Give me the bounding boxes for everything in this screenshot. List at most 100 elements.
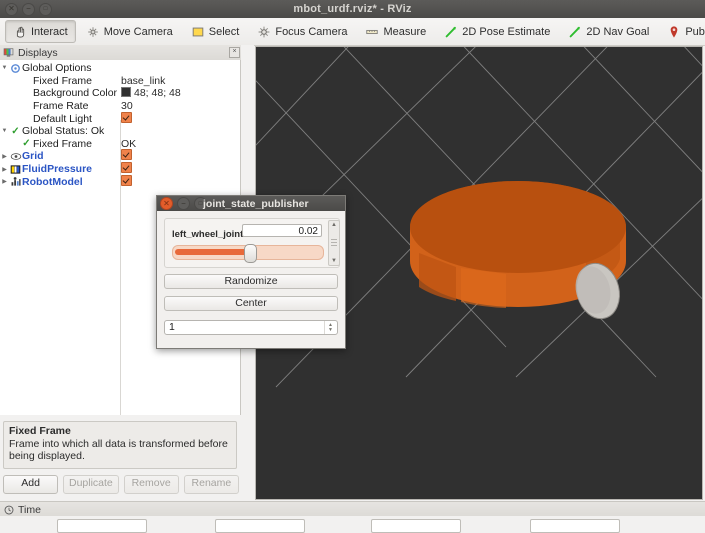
tool-move-camera[interactable]: Move Camera	[78, 20, 181, 43]
publish-point-icon	[670, 25, 678, 38]
ros-time-field[interactable]	[57, 519, 147, 533]
tree-row[interactable]: ▶ Grid	[0, 149, 240, 163]
rate-spinbox-arrows[interactable]: ▲ ▼	[324, 321, 336, 334]
tree-row-value[interactable]	[121, 174, 132, 189]
robot-top-face	[410, 181, 626, 273]
property-help-text: Frame into which all data is transformed…	[9, 437, 228, 463]
tree-row-label: Fixed Frame	[33, 74, 92, 87]
tree-row-checkbox[interactable]	[121, 174, 132, 186]
add-button[interactable]: Add	[3, 475, 59, 494]
tree-icon-spacer	[20, 88, 33, 99]
tree-row-value[interactable]	[121, 111, 132, 126]
rate-spinbox-value: 1	[169, 321, 175, 333]
select-icon	[192, 27, 204, 36]
tool-2d-nav-goal[interactable]: 2D Nav Goal	[560, 20, 657, 43]
joint-slider-handle[interactable]	[244, 244, 257, 263]
scroll-down-arrow[interactable]: ▼	[329, 258, 339, 264]
tool-measure[interactable]: Measure	[357, 20, 434, 43]
time-panel-body	[0, 516, 705, 533]
tool-interact-label: Interact	[31, 25, 68, 38]
center-button[interactable]: Center	[164, 296, 338, 311]
tree-row[interactable]: ▼ Global Options	[0, 62, 240, 75]
global-options-icon	[9, 63, 22, 74]
displays-panel-title: Displays	[18, 46, 58, 59]
tool-select-label: Select	[208, 25, 240, 38]
displays-panel-close-button[interactable]: ×	[229, 47, 240, 58]
tree-row-checkbox[interactable]	[121, 111, 132, 123]
displays-panel-header: Displays ×	[0, 45, 243, 61]
spin-down-arrow[interactable]: ▼	[328, 327, 333, 333]
tree-row[interactable]: ▶ FluidPressure	[0, 162, 240, 176]
tree-row-checkbox[interactable]	[121, 149, 132, 161]
tree-row[interactable]: Default Light	[0, 111, 240, 126]
nav-goal-icon	[569, 26, 581, 37]
window-close-button[interactable]: ✕	[5, 2, 18, 16]
tree-row-label: RobotModel	[22, 175, 83, 188]
tool-focus-camera[interactable]: Focus Camera	[249, 20, 355, 43]
tree-row-value: 30	[121, 100, 133, 113]
tree-row-label: FluidPressure	[22, 163, 93, 176]
joint-slider[interactable]	[172, 244, 324, 263]
tree-expander-open-icon[interactable]: ▼	[0, 128, 9, 134]
dialog-close-button[interactable]: ✕	[160, 197, 173, 210]
joint-state-publisher-dialog[interactable]: ✕ − □ joint_state_publisher left_wheel_j…	[156, 195, 346, 349]
dialog-titlebar: ✕ − □ joint_state_publisher	[157, 196, 345, 211]
tree-expander-closed-icon[interactable]: ▶	[0, 153, 9, 160]
tool-measure-label: Measure	[383, 25, 427, 38]
remove-button: Remove	[123, 475, 179, 494]
tree-icon-spacer	[20, 75, 33, 86]
scroll-up-arrow[interactable]: ▲	[329, 222, 339, 228]
tool-2d-pose-estimate[interactable]: 2D Pose Estimate	[436, 20, 558, 43]
dialog-minimize-button[interactable]: −	[177, 197, 190, 210]
tree-expander-closed-icon[interactable]: ▶	[0, 178, 9, 185]
tool-publish-point[interactable]: Publish Point	[659, 20, 705, 43]
hand-icon	[16, 26, 25, 38]
tree-row[interactable]: Background Color 48; 48; 48	[0, 87, 240, 100]
tree-row[interactable]: ▼ ✓ Global Status: Ok	[0, 125, 240, 138]
property-help-box: Fixed Frame Frame into which all data is…	[3, 421, 237, 469]
move-camera-icon	[87, 26, 98, 37]
tree-icon-spacer	[20, 113, 33, 124]
tool-interact[interactable]: Interact	[5, 20, 76, 43]
rate-spinbox[interactable]: 1 ▲ ▼	[164, 320, 338, 335]
tree-row-value: base_link	[121, 74, 166, 87]
main-toolbar: Interact Move Camera Select Focus Camera…	[0, 18, 705, 46]
experimental-toggle[interactable]	[660, 519, 694, 531]
tree-row[interactable]: Fixed Frame base_link	[0, 75, 240, 88]
ros-elapsed-field[interactable]	[215, 519, 305, 533]
property-help-title: Fixed Frame	[9, 425, 71, 437]
tree-row-label: Fixed Frame	[33, 137, 92, 150]
pose-estimate-icon	[445, 26, 457, 37]
tree-expander-open-icon[interactable]: ▼	[0, 65, 9, 71]
window-titlebar: ✕ − □ mbot_urdf.rviz* - RViz	[0, 0, 705, 18]
wall-elapsed-field[interactable]	[530, 519, 620, 533]
tool-select[interactable]: Select	[183, 20, 248, 43]
rviz-window: ✕ − □ mbot_urdf.rviz* - RViz Interact Mo…	[0, 0, 705, 533]
joint-value-field[interactable]: 0.02	[242, 224, 322, 237]
window-maximize-button[interactable]: □	[39, 2, 52, 16]
tree-row[interactable]: ✓ Fixed Frame OK	[0, 138, 240, 151]
joint-slider-fill	[175, 249, 250, 255]
tool-2d-nav-goal-label: 2D Nav Goal	[586, 25, 650, 38]
tool-focus-camera-label: Focus Camera	[275, 25, 348, 38]
tool-move-camera-label: Move Camera	[103, 25, 173, 38]
tree-row-checkbox[interactable]	[121, 162, 132, 174]
tree-row[interactable]: ▶ RobotModel	[0, 174, 240, 189]
measure-icon	[366, 29, 379, 34]
wall-time-field[interactable]	[371, 519, 461, 533]
tree-row[interactable]: Frame Rate 30	[0, 100, 240, 113]
tree-row-value: 48; 48; 48	[121, 87, 181, 99]
tree-expander-closed-icon[interactable]: ▶	[0, 166, 9, 173]
fluid-pressure-icon	[9, 164, 22, 175]
duplicate-button: Duplicate	[63, 475, 119, 494]
tool-2d-pose-estimate-label: 2D Pose Estimate	[462, 25, 551, 38]
displays-icon	[3, 48, 14, 57]
window-minimize-button[interactable]: −	[22, 2, 35, 16]
scroll-thumb-grip[interactable]	[331, 239, 337, 247]
tool-publish-point-label: Publish Point	[685, 25, 705, 38]
randomize-button[interactable]: Randomize	[164, 274, 338, 289]
joint-group: left_wheel_joint 0.02	[164, 218, 340, 268]
focus-camera-icon	[258, 26, 270, 37]
dialog-window-controls: ✕ − □	[160, 197, 207, 210]
joint-list-scrollbar[interactable]: ▲ ▼	[328, 220, 340, 266]
